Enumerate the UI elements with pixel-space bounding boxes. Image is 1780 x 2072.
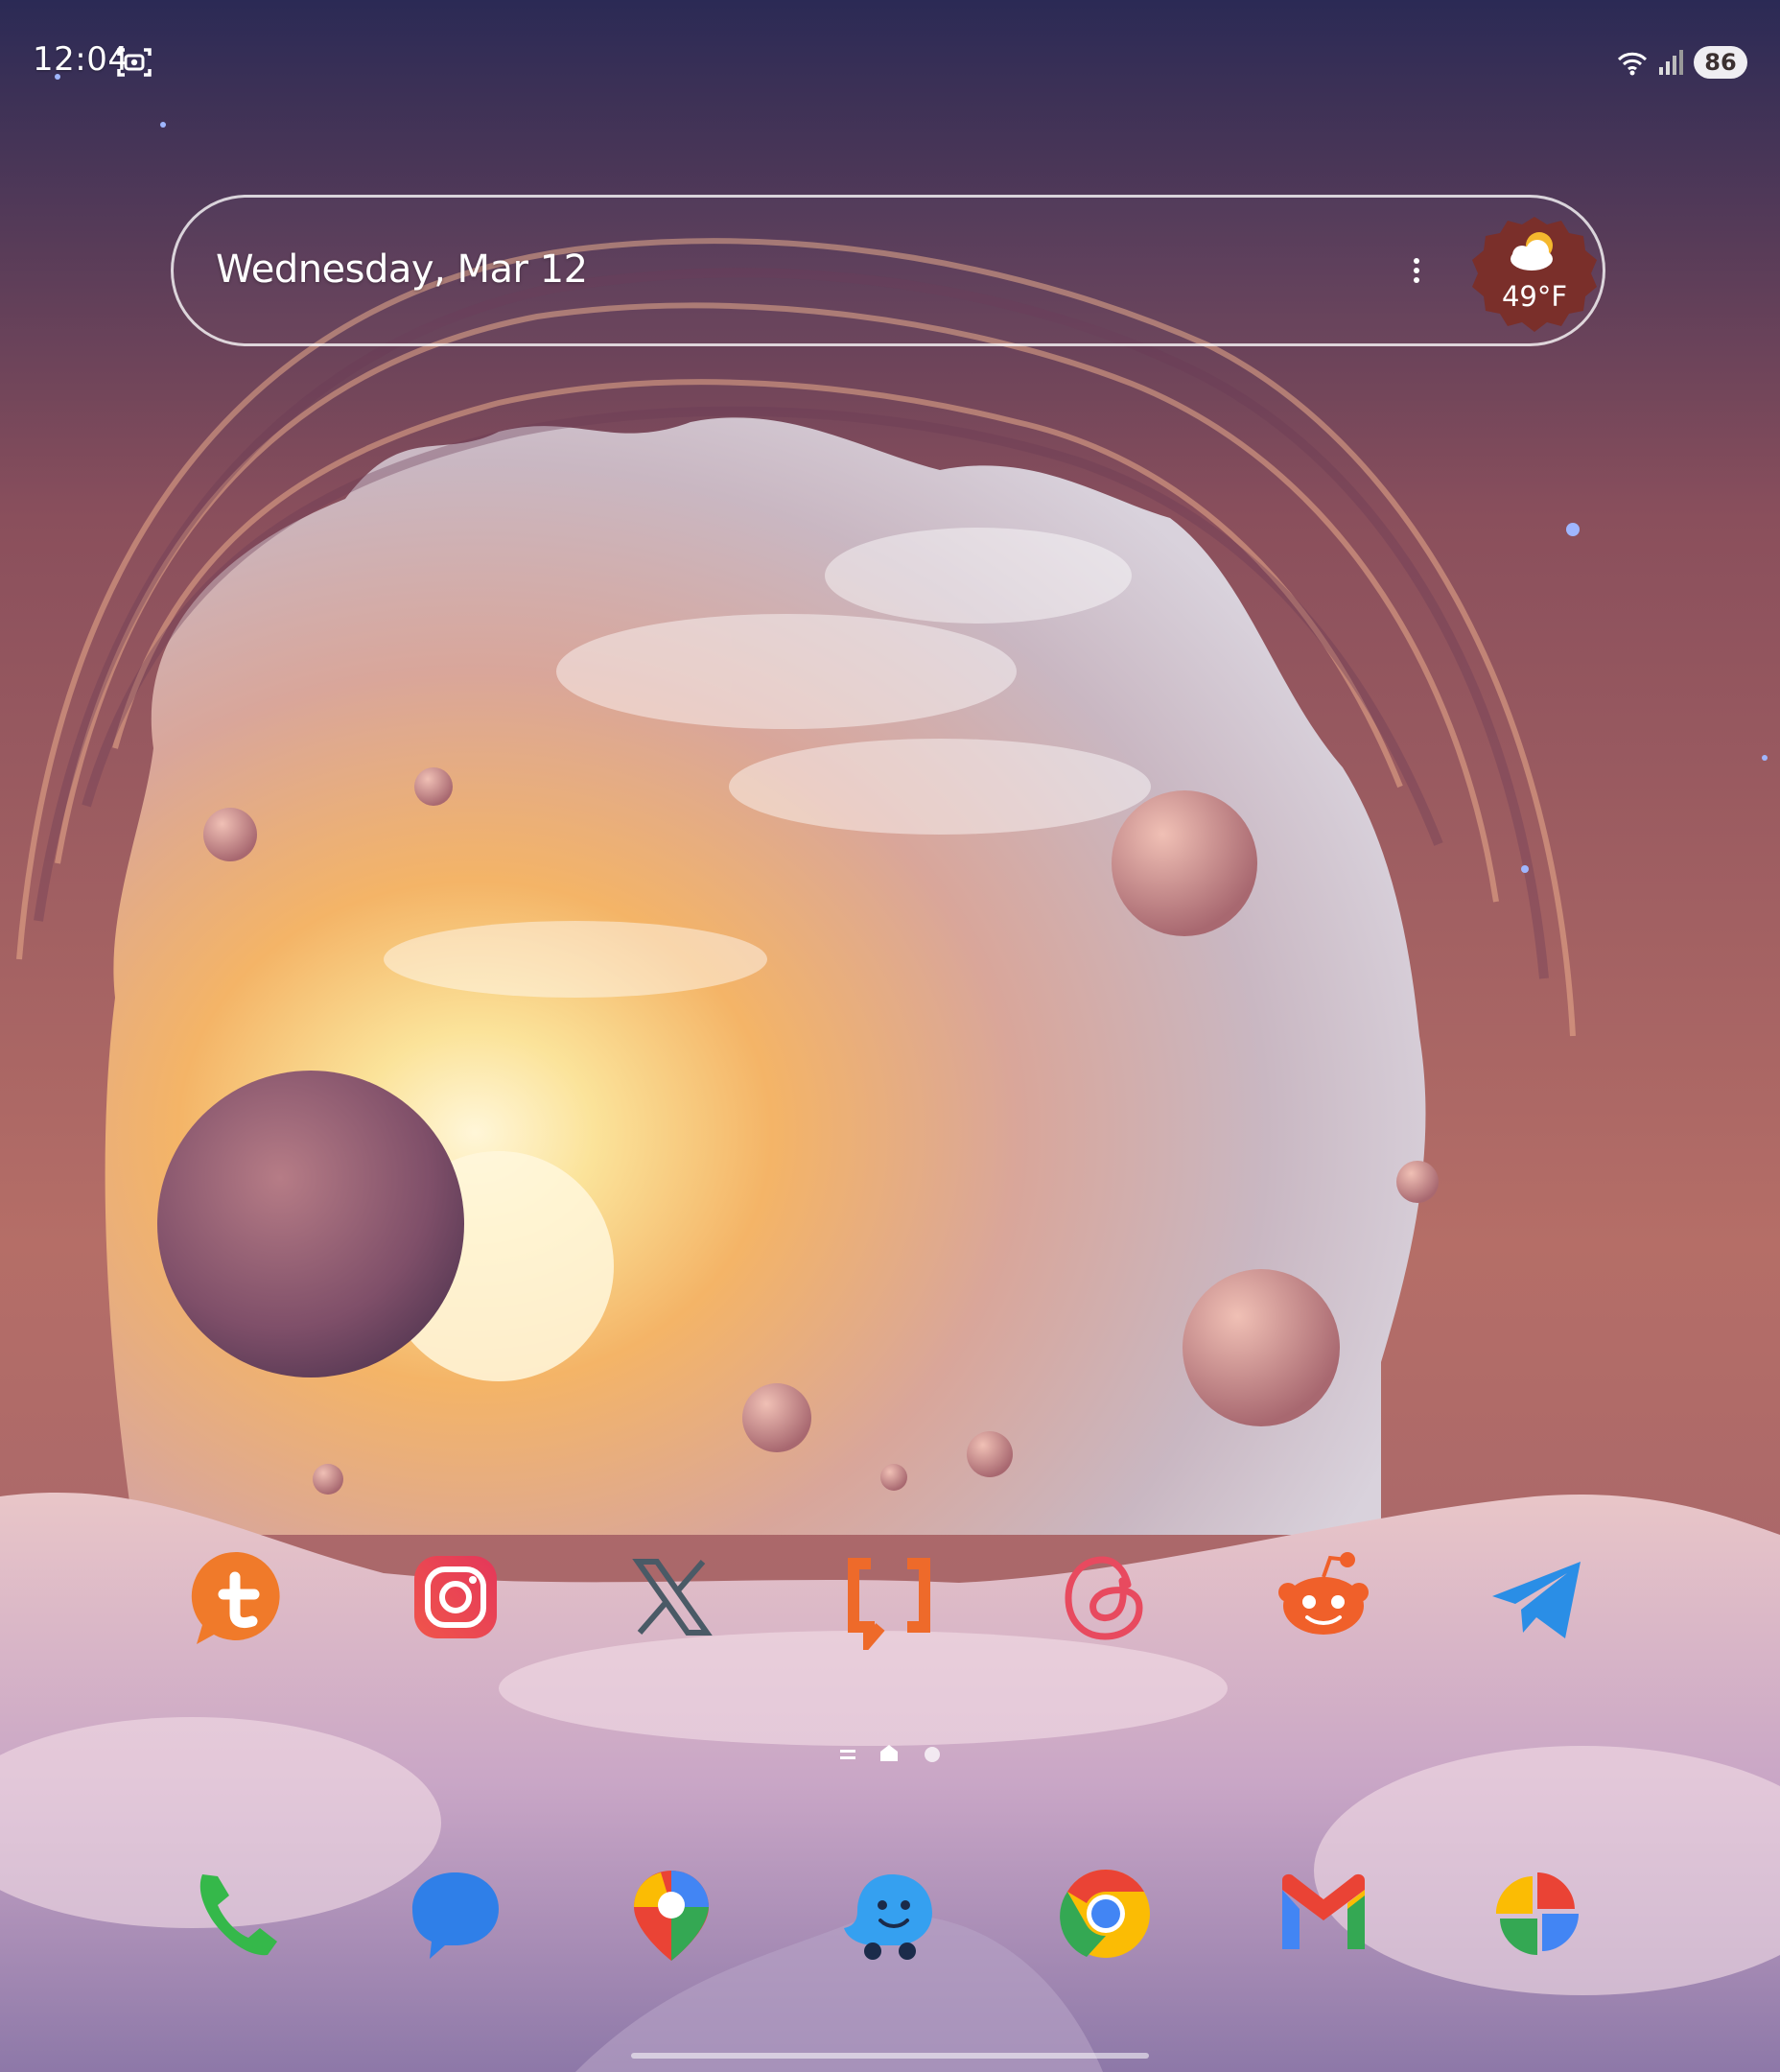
glance-date[interactable]: Wednesday, Mar 12: [216, 247, 588, 292]
reddit-icon: [1278, 1552, 1369, 1635]
bracket-icon: [848, 1558, 930, 1650]
phone-icon: [199, 1874, 277, 1956]
t-chat-icon: [191, 1551, 280, 1644]
waze-app-icon[interactable]: [836, 1861, 942, 1966]
instagram-app-icon[interactable]: [403, 1544, 508, 1650]
waze-icon: [844, 1874, 932, 1960]
cell-signal-icon: [1659, 50, 1683, 75]
messages-app-icon[interactable]: [403, 1861, 508, 1966]
instagram-icon: [414, 1556, 497, 1638]
status-bar: 12:04 86: [0, 0, 1780, 125]
weather-badge-shape: [1472, 217, 1597, 332]
t-chat-app-icon[interactable]: [185, 1544, 291, 1650]
chrome-icon: [1060, 1869, 1150, 1958]
home-app-row: [0, 1544, 1780, 1660]
telegram-icon: [1492, 1562, 1581, 1638]
maps-icon: [634, 1871, 709, 1961]
page-indicator-home[interactable]: [880, 1745, 898, 1761]
telegram-app-icon[interactable]: [1485, 1544, 1590, 1650]
page-indicator-feed[interactable]: [840, 1750, 855, 1759]
threads-app-icon[interactable]: [1053, 1544, 1159, 1650]
screenshot-icon: [117, 48, 152, 77]
messages-icon: [412, 1872, 499, 1959]
wifi-icon: [1617, 52, 1648, 76]
chrome-app-icon[interactable]: [1053, 1861, 1159, 1966]
more-options-icon[interactable]: [1405, 255, 1428, 290]
reddit-app-icon[interactable]: [1271, 1544, 1376, 1650]
photos-icon: [1496, 1872, 1579, 1955]
phone-app-icon[interactable]: [185, 1861, 291, 1966]
page-indicator[interactable]: [836, 1740, 942, 1769]
gmail-icon: [1282, 1873, 1365, 1949]
bracket-app-icon[interactable]: [836, 1544, 942, 1650]
dock: [0, 1861, 1780, 1976]
weather-temperature: 49°F: [1501, 280, 1568, 313]
gesture-navigation-bar[interactable]: [631, 2053, 1149, 2059]
threads-icon: [1065, 1556, 1143, 1640]
at-a-glance-widget[interactable]: Wednesday, Mar 12 49°F: [171, 195, 1605, 346]
x-app-icon[interactable]: [619, 1544, 724, 1650]
maps-app-icon[interactable]: [619, 1861, 724, 1966]
weather-chip[interactable]: 49°F: [1470, 215, 1599, 334]
x-icon: [632, 1559, 713, 1636]
photos-app-icon[interactable]: [1485, 1861, 1590, 1966]
battery-indicator: 86: [1694, 46, 1747, 79]
gmail-app-icon[interactable]: [1271, 1861, 1376, 1966]
page-indicator-dot[interactable]: [925, 1747, 940, 1762]
